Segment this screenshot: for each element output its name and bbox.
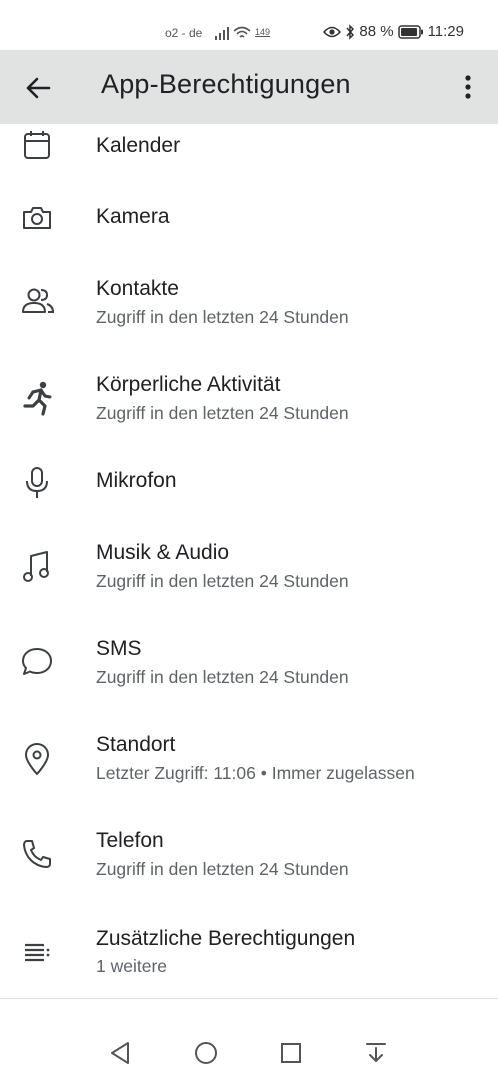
nav-recents-icon[interactable] <box>278 1040 304 1066</box>
status-bar: o2 - de 149 88 % 11:29 <box>0 0 498 50</box>
running-icon <box>21 380 53 416</box>
permission-label: Kontakte <box>96 277 179 300</box>
permission-label: Musik & Audio <box>96 541 230 564</box>
permission-item-contacts[interactable]: Kontakte Zugriff in den letzten 24 Stund… <box>0 264 498 354</box>
data-speed-label: 149 <box>255 27 271 37</box>
phone-icon <box>21 838 53 870</box>
permission-item-calendar[interactable]: Kalender <box>0 124 498 168</box>
battery-percent: 88 % <box>359 23 394 40</box>
permission-item-phone[interactable]: Telefon Zugriff in den letzten 24 Stunde… <box>0 816 498 906</box>
permission-label: Zusätzliche Berechtigungen <box>96 927 356 950</box>
permission-item-camera[interactable]: Kamera <box>0 180 498 256</box>
microphone-icon <box>21 466 53 498</box>
permission-label: Telefon <box>96 829 164 852</box>
permission-label: Mikrofon <box>96 469 177 492</box>
music-icon <box>21 550 53 582</box>
permission-item-sms[interactable]: SMS Zugriff in den letzten 24 Stunden <box>0 624 498 714</box>
battery-icon <box>397 24 424 39</box>
calendar-icon <box>21 130 53 162</box>
wifi-icon <box>233 26 251 38</box>
divider <box>0 998 498 999</box>
page-title: App-Berechtigungen <box>101 69 351 99</box>
back-arrow-icon[interactable] <box>24 74 52 102</box>
cellular-signal-icon <box>215 27 229 40</box>
more-vert-icon[interactable] <box>456 72 480 102</box>
permission-item-location[interactable]: Standort Letzter Zugriff: 11:06 • Immer … <box>0 720 498 810</box>
permission-item-physical-activity[interactable]: Körperliche Aktivität Zugriff in den let… <box>0 360 498 450</box>
permission-sub: Zugriff in den letzten 24 Stunden <box>96 571 349 591</box>
permission-label: SMS <box>96 637 142 660</box>
nav-back-icon[interactable] <box>108 1040 134 1066</box>
permission-item-additional[interactable]: Zusätzliche Berechtigungen 1 weitere <box>0 912 498 998</box>
permission-item-microphone[interactable]: Mikrofon <box>0 452 498 532</box>
system-nav-bar <box>0 1028 498 1080</box>
permission-label: Kamera <box>96 205 170 228</box>
permission-label: Körperliche Aktivität <box>96 373 281 396</box>
permission-item-music-audio[interactable]: Musik & Audio Zugriff in den letzten 24 … <box>0 528 498 618</box>
carrier-label: o2 - de <box>165 26 203 40</box>
location-icon <box>21 742 53 775</box>
status-right: 88 % 11:29 <box>323 23 464 40</box>
contacts-icon <box>21 284 55 316</box>
permission-sub: Zugriff in den letzten 24 Stunden <box>96 307 349 327</box>
permission-sub: Zugriff in den letzten 24 Stunden <box>96 403 349 423</box>
permission-label: Kalender <box>96 134 181 157</box>
bluetooth-icon <box>345 23 355 40</box>
permission-label: Standort <box>96 733 176 756</box>
nav-home-icon[interactable] <box>193 1040 219 1066</box>
nav-notification-pull-icon[interactable] <box>363 1040 389 1066</box>
sms-icon <box>21 646 53 678</box>
clock: 11:29 <box>427 23 464 40</box>
list-icon <box>21 936 53 968</box>
permission-sub: 1 weitere <box>96 956 168 976</box>
permission-sub: Zugriff in den letzten 24 Stunden <box>96 667 349 687</box>
app-bar: App-Berechtigungen <box>0 50 498 124</box>
permission-sub: Zugriff in den letzten 24 Stunden <box>96 859 349 879</box>
permission-sub: Letzter Zugriff: 11:06 • Immer zugelasse… <box>96 763 415 783</box>
eye-icon <box>323 25 342 39</box>
camera-icon <box>21 202 53 234</box>
